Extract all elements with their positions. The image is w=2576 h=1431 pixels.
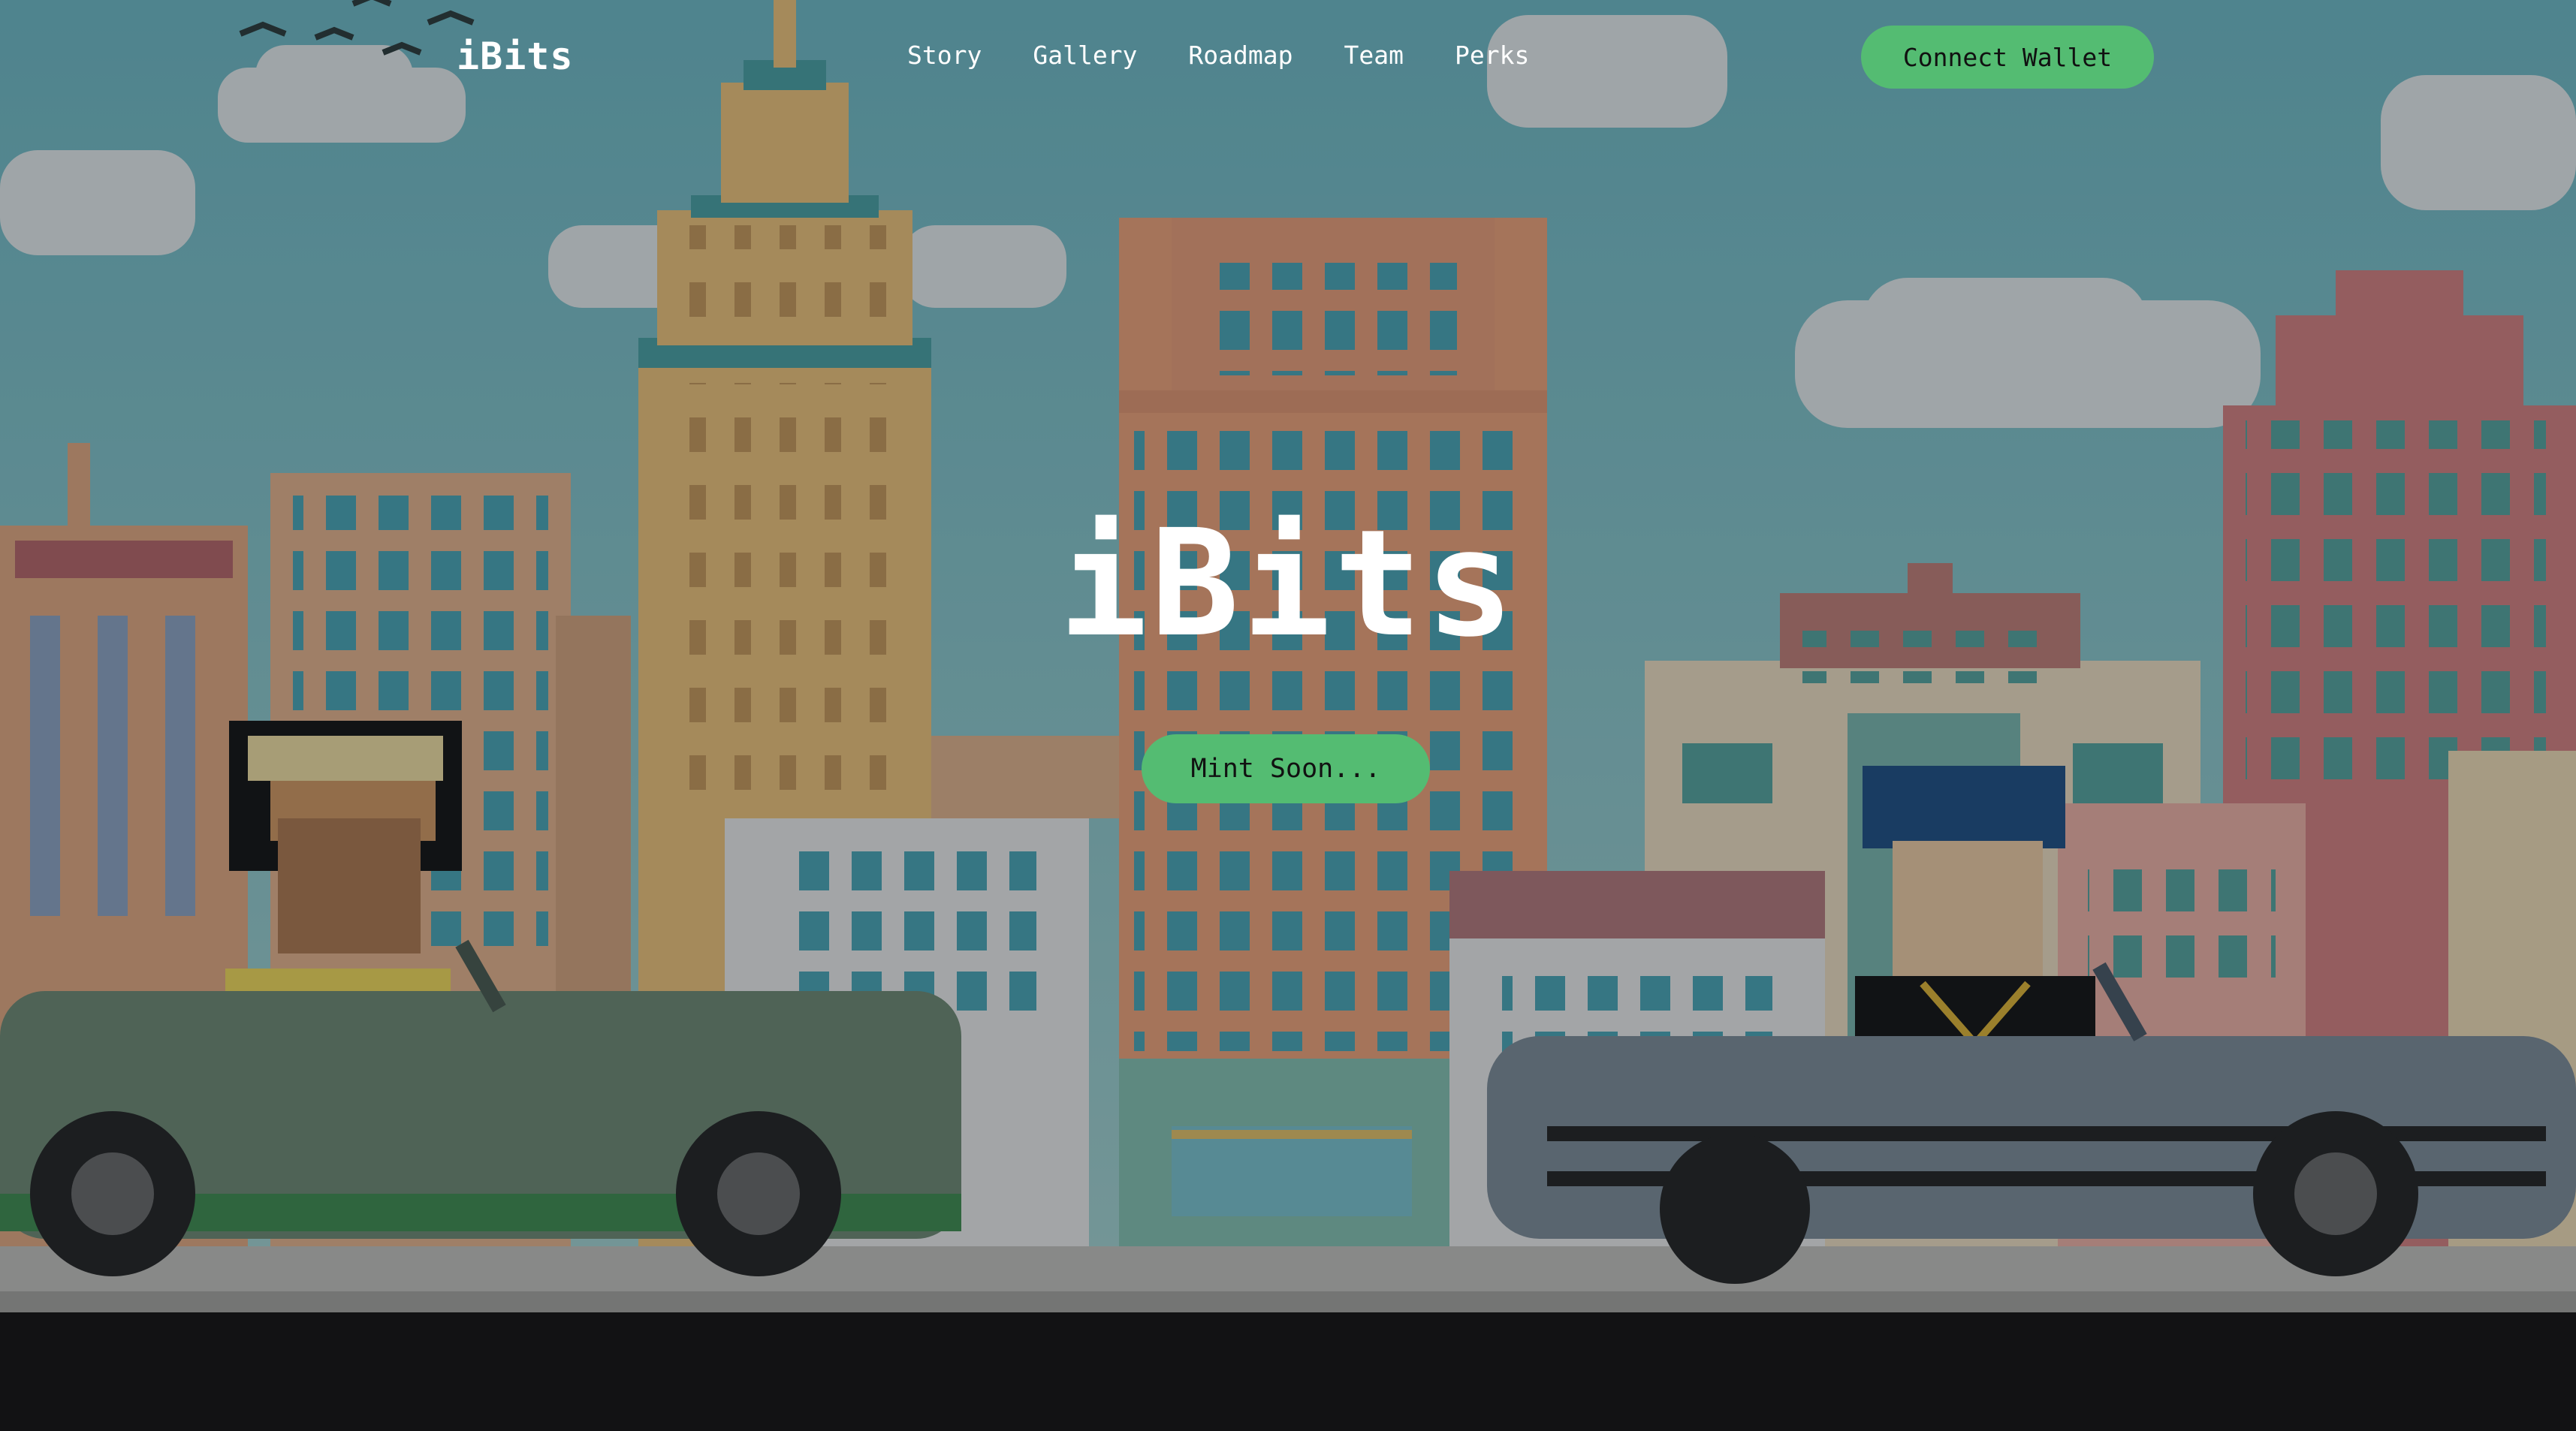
- connect-wallet-button[interactable]: Connect Wallet: [1861, 26, 2154, 89]
- nav-links: Story Gallery Roadmap Team Perks: [907, 41, 1529, 70]
- mint-soon-button[interactable]: Mint Soon...: [1142, 734, 1430, 803]
- nav-link-gallery[interactable]: Gallery: [1033, 41, 1137, 70]
- page-footer-band: [0, 1312, 2576, 1431]
- nav-link-story[interactable]: Story: [907, 41, 982, 70]
- hero-section: iBits Story Gallery Roadmap Team Perks C…: [0, 0, 2576, 1312]
- hero-title: iBits: [1058, 499, 1517, 670]
- nav-link-perks[interactable]: Perks: [1455, 41, 1529, 70]
- nav-link-team[interactable]: Team: [1344, 41, 1404, 70]
- nav-link-roadmap[interactable]: Roadmap: [1188, 41, 1293, 70]
- top-navigation: iBits Story Gallery Roadmap Team Perks C…: [0, 0, 2576, 117]
- site-logo[interactable]: iBits: [457, 35, 574, 78]
